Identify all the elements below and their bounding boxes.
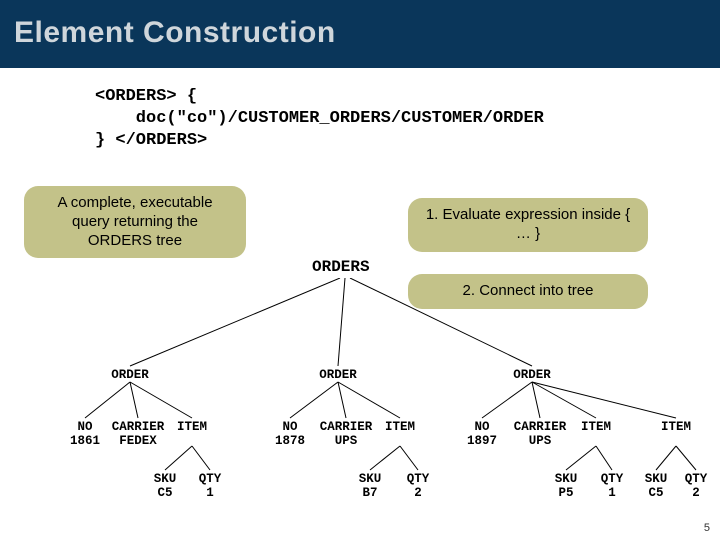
qty-node: QTY 1 xyxy=(601,472,624,501)
code-block: <ORDERS> { doc("co")/CUSTOMER_ORDERS/CUS… xyxy=(95,86,544,152)
slide: Element Construction <ORDERS> { doc("co"… xyxy=(0,0,720,540)
qty-node: QTY 2 xyxy=(407,472,430,501)
tree-root: ORDERS xyxy=(312,258,370,276)
page-number: 5 xyxy=(704,522,710,534)
carrier-node: CARRIER UPS xyxy=(320,420,373,449)
code-line-2: doc("co")/CUSTOMER_ORDERS/CUSTOMER/ORDER xyxy=(95,109,544,128)
item-node: ITEM xyxy=(661,420,691,434)
item-node: ITEM xyxy=(177,420,207,434)
qty-node: QTY 1 xyxy=(199,472,222,501)
carrier-node: CARRIER FEDEX xyxy=(112,420,165,449)
item-node: ITEM xyxy=(581,420,611,434)
order-node: ORDER xyxy=(111,368,149,382)
tree-diagram: ORDER NO 1861 CARRIER FEDEX ITEM SKU C5 … xyxy=(0,278,720,518)
slide-title: Element Construction xyxy=(0,0,720,68)
no-node: NO 1897 xyxy=(467,420,497,449)
sku-node: SKU B7 xyxy=(359,472,382,501)
qty-node: QTY 2 xyxy=(685,472,708,501)
no-node: NO 1861 xyxy=(70,420,100,449)
carrier-node: CARRIER UPS xyxy=(514,420,567,449)
sku-node: SKU P5 xyxy=(555,472,578,501)
code-line-1: <ORDERS> { xyxy=(95,87,197,106)
callout-step-1: 1. Evaluate expression inside { … } xyxy=(408,198,648,252)
sku-node: SKU C5 xyxy=(154,472,177,501)
sku-node: SKU C5 xyxy=(645,472,668,501)
no-node: NO 1878 xyxy=(275,420,305,449)
code-line-3: } </ORDERS> xyxy=(95,131,207,150)
order-node: ORDER xyxy=(513,368,551,382)
item-node: ITEM xyxy=(385,420,415,434)
order-node: ORDER xyxy=(319,368,357,382)
callout-description: A complete, executable query returning t… xyxy=(24,186,246,258)
